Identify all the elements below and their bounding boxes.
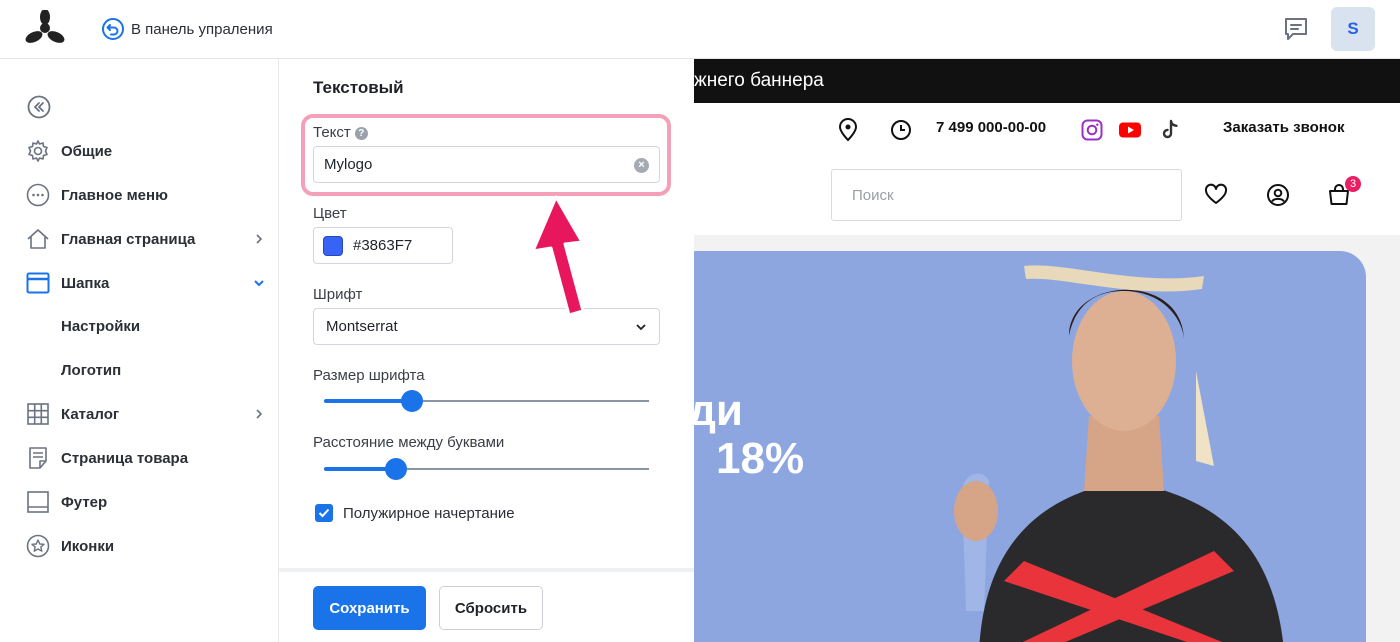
font-field-label: Шрифт	[313, 286, 363, 303]
color-field-label: Цвет	[313, 205, 347, 222]
back-arrow-icon	[102, 18, 124, 40]
chat-icon[interactable]	[1283, 16, 1309, 42]
help-icon[interactable]: ?	[354, 127, 368, 140]
chevron-down-icon	[254, 280, 264, 287]
slider-fill	[324, 399, 412, 403]
location-pin-icon[interactable]	[836, 118, 860, 142]
banner-headline-line1: ди	[694, 386, 743, 435]
home-icon	[25, 226, 51, 252]
sidebar-subitem-settings[interactable]: Настройки	[61, 318, 140, 335]
font-size-label: Размер шрифта	[313, 367, 425, 384]
youtube-icon[interactable]	[1118, 118, 1142, 142]
bold-checkbox-label: Полужирное начертание	[343, 504, 515, 522]
sidebar-item-main-menu[interactable]: Главное меню	[25, 181, 270, 209]
menu-dots-icon	[25, 182, 51, 208]
sidebar-item-product-page[interactable]: Страница товара	[25, 444, 270, 472]
sidebar-item-label: Шапка	[61, 274, 110, 292]
save-button[interactable]: Сохранить	[313, 586, 426, 630]
letter-spacing-slider[interactable]	[324, 457, 649, 481]
sidebar: Общие Главное меню Главная страница Шапк…	[0, 59, 279, 642]
gear-icon	[25, 138, 51, 164]
banner-headline-line2: 18%	[716, 434, 805, 483]
grid-icon	[25, 401, 51, 427]
back-to-dashboard-link[interactable]: В панель упраления	[101, 17, 273, 41]
font-size-slider[interactable]	[324, 389, 649, 413]
sidebar-item-label: Главная страница	[61, 230, 196, 248]
panel-footer: Сохранить Сбросить	[279, 568, 694, 642]
site-preview: жнего баннера 7 499 000-00-00 Заказать з…	[694, 59, 1400, 642]
chevron-down-icon	[636, 324, 646, 331]
star-icon	[25, 533, 51, 559]
logo-settings-panel: Текстовый Текст? Mylogo × Цвет #3863F7 Ш…	[279, 59, 694, 642]
preview-search-input[interactable]: Поиск	[831, 169, 1182, 221]
logo-text-value: Mylogo	[324, 156, 373, 173]
font-select-value: Montserrat	[326, 318, 398, 335]
back-link-label: В панель упраления	[131, 20, 273, 38]
heart-icon[interactable]	[1204, 183, 1228, 207]
clear-icon[interactable]: ×	[634, 158, 649, 173]
checkmark-icon	[318, 508, 330, 518]
chevron-right-icon	[256, 234, 263, 244]
color-hex-value: #3863F7	[353, 237, 413, 254]
sidebar-item-header[interactable]: Шапка	[25, 269, 270, 297]
slider-thumb[interactable]	[384, 458, 407, 480]
sidebar-item-label: Страница товара	[61, 449, 189, 467]
reset-button[interactable]: Сбросить	[439, 586, 543, 630]
sidebar-item-footer[interactable]: Футер	[25, 488, 270, 516]
clock-icon[interactable]	[889, 118, 913, 142]
slider-thumb[interactable]	[400, 390, 423, 412]
sidebar-subitem-logo[interactable]: Логотип	[61, 362, 121, 379]
phone-number[interactable]: 7 499 000-00-00	[936, 119, 1046, 136]
header-layout-icon	[25, 270, 51, 296]
sidebar-item-label: Футер	[61, 493, 108, 511]
footer-layout-icon	[25, 489, 51, 515]
sidebar-item-label: Главное меню	[61, 186, 168, 204]
bold-checkbox[interactable]	[315, 504, 333, 522]
letter-spacing-label: Расстояние между буквами	[313, 434, 505, 451]
app-logo[interactable]	[25, 10, 65, 46]
instagram-icon[interactable]	[1080, 118, 1104, 142]
sidebar-item-catalog[interactable]: Каталог	[25, 400, 270, 428]
top-bar: В панель упраления S	[0, 0, 1400, 59]
annotation-arrow	[531, 195, 585, 317]
sidebar-item-icons[interactable]: Иконки	[25, 532, 270, 560]
cart-count-badge: 3	[1345, 176, 1361, 192]
bold-checkbox-row[interactable]: Полужирное начертание	[315, 504, 515, 522]
user-profile-icon[interactable]	[1266, 183, 1290, 207]
preview-top-banner: жнего баннера	[694, 59, 1400, 103]
sidebar-item-label: Общие	[61, 142, 113, 160]
font-select[interactable]: Montserrat	[313, 308, 660, 345]
color-picker[interactable]: #3863F7	[313, 227, 453, 264]
request-call-link[interactable]: Заказать звонок	[1223, 119, 1344, 136]
collapse-sidebar-icon[interactable]	[27, 95, 51, 119]
chevron-right-icon	[256, 409, 263, 419]
top-banner-text: жнего баннера	[694, 70, 824, 91]
sidebar-item-general[interactable]: Общие	[25, 137, 270, 165]
hero-banner[interactable]: ди 18%	[694, 251, 1366, 642]
preview-header: 7 499 000-00-00 Заказать звонок Поиск 3	[694, 103, 1400, 235]
text-field-label-text: Текст	[313, 124, 351, 141]
logo-text-input[interactable]: Mylogo ×	[313, 146, 660, 183]
document-icon	[25, 445, 51, 471]
color-swatch[interactable]	[323, 235, 343, 256]
user-avatar[interactable]: S	[1331, 7, 1375, 51]
sidebar-item-home-page[interactable]: Главная страница	[25, 225, 270, 253]
text-field-label: Текст?	[313, 124, 368, 141]
sidebar-item-label: Каталог	[61, 405, 120, 423]
model-photo	[954, 265, 1283, 642]
tiktok-icon[interactable]	[1158, 118, 1182, 142]
panel-title: Текстовый	[313, 78, 404, 97]
sidebar-item-label: Иконки	[61, 537, 115, 555]
